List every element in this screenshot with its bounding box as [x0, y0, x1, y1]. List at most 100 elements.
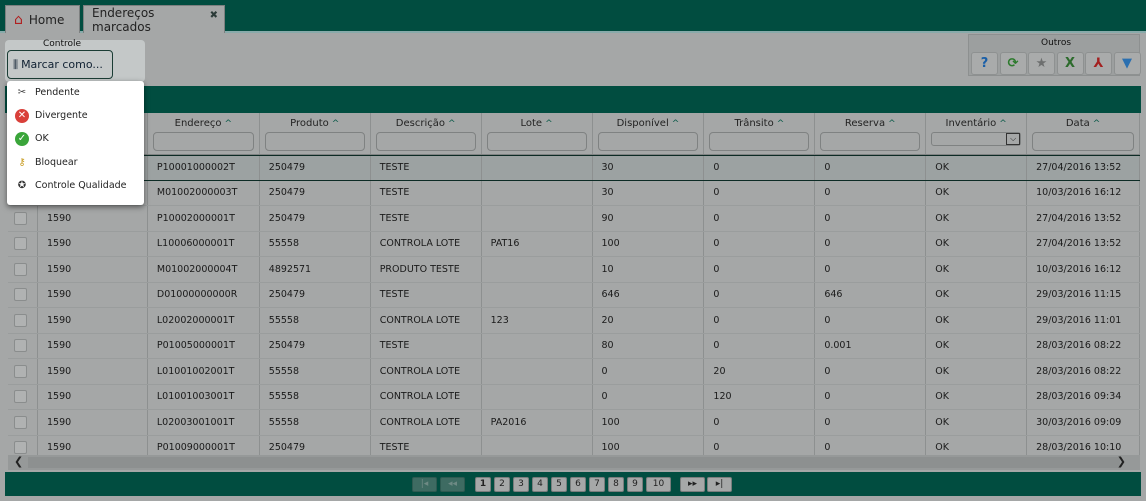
page-button[interactable]: 1 — [475, 477, 491, 492]
row-checkbox[interactable] — [14, 262, 27, 276]
menu-item-divergente[interactable]: ✕ Divergente — [7, 104, 144, 127]
tab-home[interactable]: ⌂ Home — [5, 5, 80, 33]
first-page-button[interactable]: |◂ — [412, 477, 437, 492]
table-cell: OK — [926, 257, 1028, 282]
table-cell: 0 — [593, 384, 705, 409]
table-row[interactable]: 1590 P10002000001T 250479 TESTE 90 0 0 OK 27/04/… — [8, 206, 1141, 232]
pdf-icon: ⅄ — [1093, 56, 1104, 71]
horizontal-scrollbar[interactable]: ❮ ❯ — [8, 455, 1140, 470]
page-button[interactable]: 8 — [608, 477, 624, 492]
column-header[interactable]: Endereço ^ — [148, 113, 260, 154]
table-cell: 30 — [593, 156, 705, 180]
column-filter-input[interactable] — [820, 132, 921, 151]
column-filter-input[interactable] — [709, 132, 810, 151]
table-cell: 55558 — [260, 231, 371, 256]
sort-arrow-icon[interactable]: ^ — [999, 119, 1007, 129]
filter-button[interactable]: ▼ — [1113, 52, 1141, 75]
page-button[interactable]: 9 — [627, 477, 643, 492]
sort-arrow-icon[interactable]: ^ — [888, 119, 896, 129]
sort-arrow-icon[interactable]: ^ — [777, 119, 785, 129]
menu-item-bloquear[interactable]: ⚷ Bloquear — [7, 151, 144, 174]
refresh-button[interactable]: ⟳ — [999, 52, 1027, 75]
table-cell: 55558 — [260, 410, 371, 435]
table-row[interactable]: 1590 L02002000001T 55558 CONTROLA LOTE 123 20… — [8, 308, 1141, 334]
table-cell: 1590 — [38, 231, 148, 256]
page-button[interactable]: 7 — [589, 477, 605, 492]
menu-item-controle-qualidade[interactable]: ✪ Controle Qualidade — [7, 174, 144, 197]
column-header[interactable]: Disponível ^ — [593, 113, 705, 154]
scroll-thumb[interactable] — [28, 457, 1120, 468]
sort-arrow-icon[interactable]: ^ — [224, 119, 232, 129]
page-button[interactable]: 6 — [570, 477, 586, 492]
prev-page-button[interactable]: ◂◂ — [440, 477, 465, 492]
outros-label: Outros — [1041, 38, 1072, 48]
row-checkbox[interactable] — [14, 390, 27, 404]
column-header[interactable]: Data ^ — [1027, 113, 1141, 154]
table-cell: 0 — [815, 359, 927, 384]
table-row[interactable]: 1590 L01001003001T 55558 CONTROLA LOTE 0 120 0… — [8, 384, 1141, 410]
scroll-left-icon[interactable]: ❮ — [14, 455, 23, 468]
table-cell: 646 — [593, 282, 705, 307]
column-header[interactable]: Lote ^ — [482, 113, 593, 154]
row-checkbox[interactable] — [14, 441, 27, 455]
help-button[interactable]: ? — [971, 52, 998, 75]
column-header[interactable]: Reserva ^ — [815, 113, 927, 154]
close-icon[interactable]: ✖ — [210, 10, 218, 21]
page-button[interactable]: 4 — [532, 477, 548, 492]
row-checkbox[interactable] — [14, 237, 27, 251]
column-filter-input[interactable] — [597, 132, 699, 151]
column-header[interactable]: Inventário ^ ⌵ — [926, 113, 1028, 154]
column-filter-input[interactable] — [1032, 132, 1135, 151]
column-filter-input[interactable] — [152, 132, 254, 151]
last-page-button[interactable]: ▸| — [707, 477, 732, 492]
pdf-button[interactable]: ⅄ — [1085, 52, 1112, 75]
tab-enderecos-marcados[interactable]: Endereços marcados ✖ — [83, 5, 225, 34]
tab-home-label: Home — [28, 12, 65, 27]
table-row[interactable]: 1590 D01000000000R 250479 TESTE 646 0 646 OK 29/… — [8, 282, 1141, 308]
star-button[interactable]: ★ — [1028, 52, 1055, 75]
column-filter-input[interactable] — [486, 132, 587, 151]
sort-arrow-icon[interactable]: ^ — [448, 119, 456, 129]
marcar-como-button[interactable]: ⫼ Marcar como... — [7, 50, 113, 79]
table-row[interactable]: 1590 P01005000001T 250479 TESTE 80 0 0.001 OK 28… — [8, 333, 1141, 359]
row-checkbox[interactable] — [14, 211, 27, 225]
menu-item-ok[interactable]: ✓ OK — [7, 127, 144, 150]
help-icon: ? — [980, 56, 989, 71]
table-cell: 29/03/2016 11:01 — [1027, 308, 1141, 333]
row-checkbox[interactable] — [14, 288, 27, 302]
table-row[interactable]: 1590 M01002000004T 4892571 PRODUTO TESTE 10 0… — [8, 257, 1141, 283]
sort-arrow-icon[interactable]: ^ — [545, 119, 553, 129]
menu-item-label: Controle Qualidade — [35, 179, 127, 191]
column-header[interactable]: Trânsito ^ — [704, 113, 816, 154]
sort-arrow-icon[interactable]: ^ — [1093, 119, 1101, 129]
sort-arrow-icon[interactable]: ^ — [672, 119, 680, 129]
page-button[interactable]: 5 — [551, 477, 567, 492]
menu-item-pendente[interactable]: ✂ Pendente — [7, 81, 144, 104]
page-button[interactable]: 2 — [494, 477, 510, 492]
table-cell: 250479 — [260, 156, 371, 180]
column-header[interactable]: Produto ^ — [260, 113, 371, 154]
scroll-right-icon[interactable]: ❯ — [1117, 455, 1126, 468]
next-page-button[interactable]: ▸▸ — [680, 477, 705, 492]
page-button[interactable]: 10 — [646, 477, 671, 492]
chevron-down-icon[interactable]: ⌵ — [1006, 133, 1021, 145]
table-cell: OK — [926, 231, 1028, 256]
table-cell: TESTE — [371, 180, 482, 205]
excel-button[interactable]: X — [1056, 52, 1084, 75]
column-filter-input[interactable] — [264, 132, 365, 151]
table-row[interactable]: 1590M01002000003T250479TESTE3000OK10/03/… — [8, 180, 1141, 206]
table-row[interactable]: 1590 L10006000001T 55558 CONTROLA LOTE PAT16… — [8, 231, 1141, 257]
page-button[interactable]: 3 — [513, 477, 529, 492]
inventario-filter-select[interactable]: ⌵ — [931, 132, 1022, 146]
table-cell: 0 — [704, 410, 816, 435]
column-filter-input[interactable] — [375, 132, 476, 151]
sort-arrow-icon[interactable]: ^ — [332, 119, 340, 129]
row-checkbox[interactable] — [14, 339, 27, 353]
table-row[interactable]: 1590 L02003001001T 55558 CONTROLA LOTE PA201… — [8, 410, 1141, 436]
table-row[interactable]: 1590P10001000002T250479TESTE3000OK27/04/… — [8, 155, 1141, 181]
column-header[interactable]: Descrição ^ — [371, 113, 482, 154]
row-checkbox[interactable] — [14, 313, 27, 327]
table-row[interactable]: 1590 L01001002001T 55558 CONTROLA LOTE 0 20 0 O… — [8, 359, 1141, 385]
row-checkbox[interactable] — [14, 364, 27, 378]
row-checkbox[interactable] — [14, 415, 27, 429]
